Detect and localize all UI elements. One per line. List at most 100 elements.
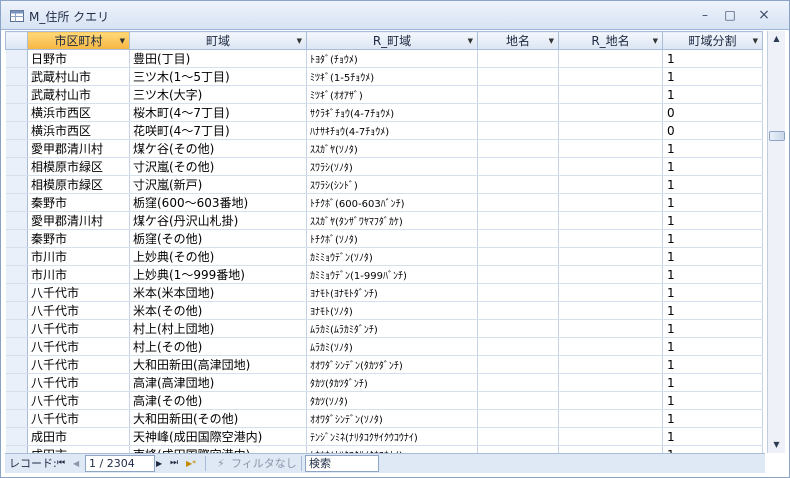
table-cell[interactable] [477,373,559,392]
table-cell[interactable]: 愛甲郡清川村 [27,211,130,230]
row-selector[interactable] [5,265,28,284]
table-cell[interactable]: 1 [662,229,763,248]
column-header[interactable]: 市区町村 ▼ [27,31,130,50]
table-cell[interactable]: ﾀｶﾂ(ﾀｶﾂﾀﾞﾝﾁ) [306,373,478,392]
table-cell[interactable] [558,175,663,194]
table-cell[interactable]: ｵｵﾜﾀﾞｼﾝﾃﾞﾝ(ﾀｶﾂﾀﾞﾝﾁ) [306,355,478,374]
table-cell[interactable]: ﾄｳﾎｳ(ﾅﾘﾀｺｸｻｲｸｳｺｳﾅｲ) [306,445,478,453]
row-selector[interactable] [5,373,28,392]
table-cell[interactable] [477,211,559,230]
sort-filter-dropdown-icon[interactable]: ▼ [120,37,125,45]
table-cell[interactable] [558,337,663,356]
minimize-button[interactable]: – [693,7,717,23]
sort-filter-dropdown-icon[interactable]: ▼ [753,37,758,45]
table-cell[interactable]: 花咲町(4～7丁目) [129,121,307,140]
table-cell[interactable]: 1 [662,409,763,428]
table-cell[interactable] [477,355,559,374]
table-cell[interactable]: 秦野市 [27,229,130,248]
row-selector[interactable] [5,445,28,453]
table-row[interactable]: 成田市 天神峰(成田国際空港内) ﾃﾝｼﾞﾝﾐﾈ(ﾅﾘﾀｺｸｻｲｸｳｺｳﾅｲ) 1 [5,427,763,446]
row-selector[interactable] [5,85,28,104]
table-cell[interactable]: 1 [662,157,763,176]
table-cell[interactable] [477,391,559,410]
table-cell[interactable]: 1 [662,301,763,320]
table-cell[interactable]: ｽﾜﾗｼ(ｿﾉﾀ) [306,157,478,176]
table-cell[interactable]: 日野市 [27,49,130,68]
table-cell[interactable]: 1 [662,427,763,446]
table-cell[interactable]: 煤ケ谷(丹沢山札掛) [129,211,307,230]
table-cell[interactable]: ﾑﾗｶﾐ(ﾑﾗｶﾐﾀﾞﾝﾁ) [306,319,478,338]
table-cell[interactable] [477,283,559,302]
table-row[interactable]: 八千代市 高津(その他) ﾀｶﾂ(ｿﾉﾀ) 1 [5,391,763,410]
table-cell[interactable]: ﾊﾅｻｷﾁｮｳ(4-7ﾁｮｳﾒ) [306,121,478,140]
table-cell[interactable]: ｶﾐﾐｮｳﾃﾞﾝ(1-999ﾊﾞﾝﾁ) [306,265,478,284]
table-row[interactable]: 相模原市緑区 寸沢嵐(その他) ｽﾜﾗｼ(ｿﾉﾀ) 1 [5,157,763,176]
table-cell[interactable] [477,157,559,176]
table-cell[interactable]: ｶﾐﾐｮｳﾃﾞﾝ(ｿﾉﾀ) [306,247,478,266]
table-cell[interactable]: 大和田新田(高津団地) [129,355,307,374]
table-cell[interactable]: 1 [662,85,763,104]
filter-icon[interactable]: ⚡ [217,456,225,471]
row-selector[interactable] [5,175,28,194]
table-cell[interactable]: ﾄﾁｸﾎﾞ(ｿﾉﾀ) [306,229,478,248]
table-cell[interactable] [477,49,559,68]
table-cell[interactable] [558,85,663,104]
table-cell[interactable] [477,175,559,194]
table-cell[interactable] [477,409,559,428]
table-cell[interactable]: ﾃﾝｼﾞﾝﾐﾈ(ﾅﾘﾀｺｸｻｲｸｳｺｳﾅｲ) [306,427,478,446]
vertical-scrollbar[interactable]: ▲ ▼ [767,31,785,453]
table-cell[interactable] [558,211,663,230]
table-cell[interactable]: ﾖﾅﾓﾄ(ﾖﾅﾓﾄﾀﾞﾝﾁ) [306,283,478,302]
table-row[interactable]: 相模原市緑区 寸沢嵐(新戸) ｽﾜﾗｼ(ｼﾝﾄﾞ) 1 [5,175,763,194]
table-cell[interactable]: ｻｸﾗｷﾞﾁｮｳ(4-7ﾁｮｳﾒ) [306,103,478,122]
table-cell[interactable] [477,193,559,212]
table-cell[interactable] [558,139,663,158]
table-cell[interactable] [558,157,663,176]
table-cell[interactable] [477,427,559,446]
table-cell[interactable]: 1 [662,67,763,86]
table-row[interactable]: 八千代市 村上(その他) ﾑﾗｶﾐ(ｿﾉﾀ) 1 [5,337,763,356]
table-cell[interactable]: ｵｵﾜﾀﾞｼﾝﾃﾞﾝ(ｿﾉﾀ) [306,409,478,428]
table-cell[interactable]: 相模原市緑区 [27,175,130,194]
table-cell[interactable]: 0 [662,121,763,140]
prev-record-icon[interactable]: ◀ [73,456,79,471]
sort-filter-dropdown-icon[interactable]: ▼ [468,37,473,45]
table-cell[interactable] [477,103,559,122]
close-button[interactable]: × [752,7,776,23]
table-cell[interactable]: 上妙典(1～999番地) [129,265,307,284]
table-cell[interactable] [558,445,663,453]
column-header[interactable]: 町域 ▼ [129,31,307,50]
table-cell[interactable]: 秦野市 [27,193,130,212]
sort-filter-dropdown-icon[interactable]: ▼ [297,37,302,45]
table-cell[interactable] [477,67,559,86]
table-cell[interactable]: 市川市 [27,247,130,266]
table-cell[interactable]: 米本(その他) [129,301,307,320]
table-cell[interactable] [558,319,663,338]
table-row[interactable]: 日野市 豊田(丁目) ﾄﾖﾀﾞ(ﾁｮｳﾒ) 1 [5,49,763,68]
table-cell[interactable]: ﾐﾂｷﾞ(ｵｵｱｻﾞ) [306,85,478,104]
row-selector[interactable] [5,301,28,320]
table-row[interactable]: 八千代市 米本(米本団地) ﾖﾅﾓﾄ(ﾖﾅﾓﾄﾀﾞﾝﾁ) 1 [5,283,763,302]
table-row[interactable]: 武蔵村山市 三ツ木(1～5丁目) ﾐﾂｷﾞ(1-5ﾁｮｳﾒ) 1 [5,67,763,86]
table-cell[interactable]: 1 [662,283,763,302]
table-cell[interactable]: 八千代市 [27,283,130,302]
table-cell[interactable]: ﾖﾅﾓﾄ(ｿﾉﾀ) [306,301,478,320]
table-cell[interactable]: 1 [662,49,763,68]
table-row[interactable]: 八千代市 大和田新田(その他) ｵｵﾜﾀﾞｼﾝﾃﾞﾝ(ｿﾉﾀ) 1 [5,409,763,428]
table-cell[interactable]: 高津(その他) [129,391,307,410]
table-cell[interactable]: ｽｽｶﾞﾔ(ﾀﾝｻﾞﾜﾔﾏﾌﾀﾞｶｹ) [306,211,478,230]
scroll-thumb[interactable] [769,131,785,141]
table-cell[interactable]: 栃窪(その他) [129,229,307,248]
row-selector[interactable] [5,49,28,68]
table-cell[interactable]: 1 [662,139,763,158]
table-cell[interactable]: 市川市 [27,265,130,284]
table-cell[interactable] [558,49,663,68]
table-cell[interactable]: 1 [662,355,763,374]
record-position-input[interactable]: 1 / 2304 [85,455,155,472]
row-selector[interactable] [5,247,28,266]
table-cell[interactable]: 村上(その他) [129,337,307,356]
table-cell[interactable] [558,427,663,446]
table-cell[interactable] [477,139,559,158]
table-cell[interactable]: ﾑﾗｶﾐ(ｿﾉﾀ) [306,337,478,356]
table-cell[interactable]: ﾄﾁｸﾎﾞ(600-603ﾊﾞﾝﾁ) [306,193,478,212]
